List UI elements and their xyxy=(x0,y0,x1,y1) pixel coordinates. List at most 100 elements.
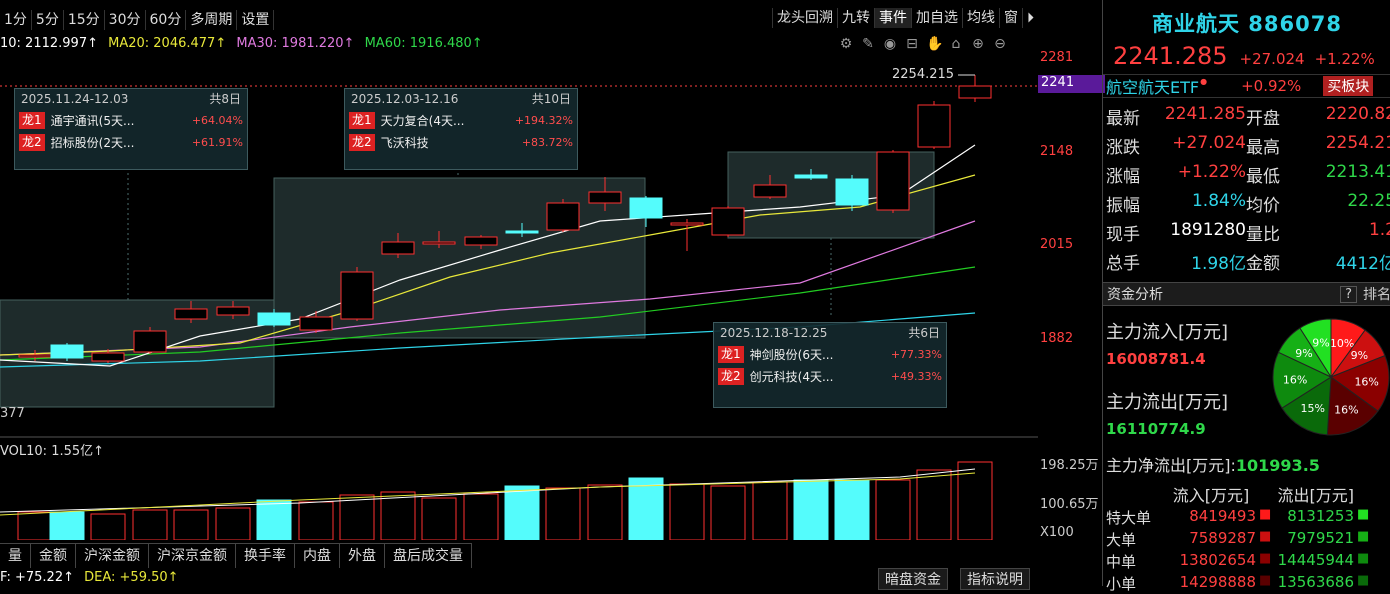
zoom-out-icon[interactable]: ⊖ xyxy=(992,36,1008,52)
price-row: 2241.285 +27.024 +1.22% xyxy=(1103,42,1390,70)
tab-after-hours-volume[interactable]: 盘后成交量 xyxy=(385,544,472,568)
eye-icon[interactable]: ◉ xyxy=(882,36,898,52)
moving-average-button[interactable]: 均线 xyxy=(962,8,999,28)
pie-slice-label: 9% xyxy=(1295,347,1312,360)
candle xyxy=(546,202,580,231)
dragon-stock-name: 创元科技(4天... xyxy=(749,369,834,384)
tab-outer-volume[interactable]: 外盘 xyxy=(340,544,385,568)
etf-row[interactable]: 航空航天ETF ● +0.92% 买板块 xyxy=(1103,74,1390,98)
period-15min-button[interactable]: 15分 xyxy=(64,10,105,30)
add-watchlist-button[interactable]: 加自选 xyxy=(911,8,962,28)
candle xyxy=(876,151,910,211)
tab-sh-sz-amount[interactable]: 沪深金额 xyxy=(76,544,149,568)
padlock-icon[interactable]: ⌂ xyxy=(948,36,964,52)
quote-value: +27.024 xyxy=(1172,133,1246,153)
tab-sh-sz-bj-amount[interactable]: 沪深京金额 xyxy=(149,544,236,568)
play-button[interactable]: ⏵ xyxy=(1022,8,1038,28)
candle xyxy=(629,197,663,219)
volume-bar xyxy=(463,493,499,540)
flow-row-label: 小单 xyxy=(1106,575,1137,593)
dragon-box-1[interactable]: 2025.11.24-12.03 共8日 龙1 通宇通讯(5天... +64.04% … xyxy=(14,88,248,170)
dragon-pct: +83.72% xyxy=(521,135,573,149)
in-bar-icon: ■ xyxy=(1259,551,1272,566)
ranking-button[interactable]: 排名 xyxy=(1363,284,1390,304)
dragon-tag: 龙1 xyxy=(19,111,45,129)
dragon-tag: 龙2 xyxy=(19,133,45,151)
candle xyxy=(174,308,208,320)
fund-analysis-title: 资金分析 xyxy=(1107,287,1163,303)
chart-tools: 龙头回溯 九转 事件 加自选 均线 窗 ⏵ xyxy=(772,8,1038,28)
event-button[interactable]: 事件 xyxy=(874,8,911,28)
candle xyxy=(670,222,704,226)
quote-label: 涨幅 xyxy=(1106,167,1140,187)
volume-bar xyxy=(17,511,53,540)
dragon-box-3[interactable]: 2025.12.18-12.25 共6日 龙1 神剑股份(6天... +77.33% … xyxy=(713,322,947,408)
low-marker-label: 377 xyxy=(0,406,25,421)
candle xyxy=(257,312,291,326)
window-button[interactable]: 窗 xyxy=(999,8,1022,28)
flow-out-value: 14445944 xyxy=(1277,551,1354,569)
lock-icon[interactable]: ⊟ xyxy=(904,36,920,52)
brush-icon[interactable]: ✎ xyxy=(860,36,876,52)
tab-amount[interactable]: 金额 xyxy=(31,544,76,568)
etf-name[interactable]: 航空航天ETF xyxy=(1106,74,1199,98)
period-5min-button[interactable]: 5分 xyxy=(32,10,64,30)
nine-turn-button[interactable]: 九转 xyxy=(837,8,874,28)
quote-label: 现手 xyxy=(1106,225,1140,245)
quote-value: 1891280 xyxy=(1170,220,1246,240)
settings-button[interactable]: 设置 xyxy=(237,10,275,30)
candle xyxy=(505,230,539,234)
period-1min-button[interactable]: 1分 xyxy=(0,10,32,30)
period-60min-button[interactable]: 60分 xyxy=(146,10,187,30)
candle xyxy=(340,271,374,320)
dragon-tag: 龙1 xyxy=(718,345,744,363)
volume-bar xyxy=(339,494,375,540)
buy-sector-button[interactable]: 买板块 xyxy=(1323,76,1374,96)
settings-icon[interactable]: ⚙ xyxy=(838,36,854,52)
vol-label: VOL10: 1.55亿↑ xyxy=(0,444,105,459)
tab-volume[interactable]: 量 xyxy=(0,544,31,568)
volume-bar xyxy=(669,483,705,540)
ma20-value: MA20: 2046.477↑ xyxy=(108,36,227,51)
flow-in-value: 13802654 xyxy=(1179,551,1256,569)
zoom-in-icon[interactable]: ⊕ xyxy=(970,36,986,52)
dragon-row[interactable]: 龙2 招标股份(2天... +61.91% xyxy=(15,131,247,153)
dragon-row[interactable]: 龙2 创元科技(4天... +49.33% xyxy=(714,365,946,387)
flow-in-header: 流入[万元] xyxy=(1172,486,1250,505)
quote-value: 1.2 xyxy=(1368,220,1390,240)
price-change-pct: +1.22% xyxy=(1314,50,1375,68)
flow-in-value: 14298888 xyxy=(1179,573,1256,591)
multi-period-button[interactable]: 多周期 xyxy=(186,10,238,30)
period-30min-button[interactable]: 30分 xyxy=(105,10,146,30)
dark-pool-fund-button[interactable]: 暗盘资金 xyxy=(878,568,948,590)
dragon-row[interactable]: 龙1 天力复合(4天... +194.32% xyxy=(345,109,577,131)
macd-legend: F: +75.22↑ DEA: +59.50↑ xyxy=(0,570,179,585)
dragon-row[interactable]: 龙1 神剑股份(6天... +77.33% xyxy=(714,343,946,365)
indicator-tabs: 量 金额 沪深金额 沪深京金额 换手率 内盘 外盘 盘后成交量 xyxy=(0,543,472,568)
flow-out-value: 7979521 xyxy=(1287,529,1354,547)
tab-inner-volume[interactable]: 内盘 xyxy=(295,544,340,568)
flow-in-value: 7589287 xyxy=(1189,529,1256,547)
volume-bar xyxy=(215,507,251,540)
quote-value: 22.25 xyxy=(1347,191,1390,211)
dragon-backtrack-button[interactable]: 龙头回溯 xyxy=(772,8,837,28)
dragon-row[interactable]: 龙1 通宇通讯(5天... +64.04% xyxy=(15,109,247,131)
candle xyxy=(711,207,745,236)
dragon-range: 2025.12.03-12.16 xyxy=(351,92,459,106)
hand-icon[interactable]: ✋ xyxy=(926,36,943,52)
quote-label: 振幅 xyxy=(1106,196,1140,216)
tab-turnover[interactable]: 换手率 xyxy=(236,544,295,568)
dragon-pct: +194.32% xyxy=(514,113,573,127)
quote-label: 最高 xyxy=(1246,138,1280,158)
candle xyxy=(299,316,333,331)
volume-bar xyxy=(834,479,870,540)
candle xyxy=(958,85,992,99)
help-icon[interactable]: ? xyxy=(1340,285,1357,303)
dragon-row[interactable]: 龙2 飞沃科技 +83.72% xyxy=(345,131,577,153)
dragon-box-2[interactable]: 2025.12.03-12.16 共10日 龙1 天力复合(4天... +194.32… xyxy=(344,88,578,170)
price-tick: 2015 xyxy=(1040,237,1074,252)
period-toolbar: 1分 5分 15分 30分 60分 多周期 设置 龙头回溯 九转 事件 加自选 … xyxy=(0,8,1038,32)
quote-label: 总手 xyxy=(1106,254,1140,274)
last-price: 2241.285 xyxy=(1113,42,1228,70)
indicator-help-button[interactable]: 指标说明 xyxy=(960,568,1030,590)
